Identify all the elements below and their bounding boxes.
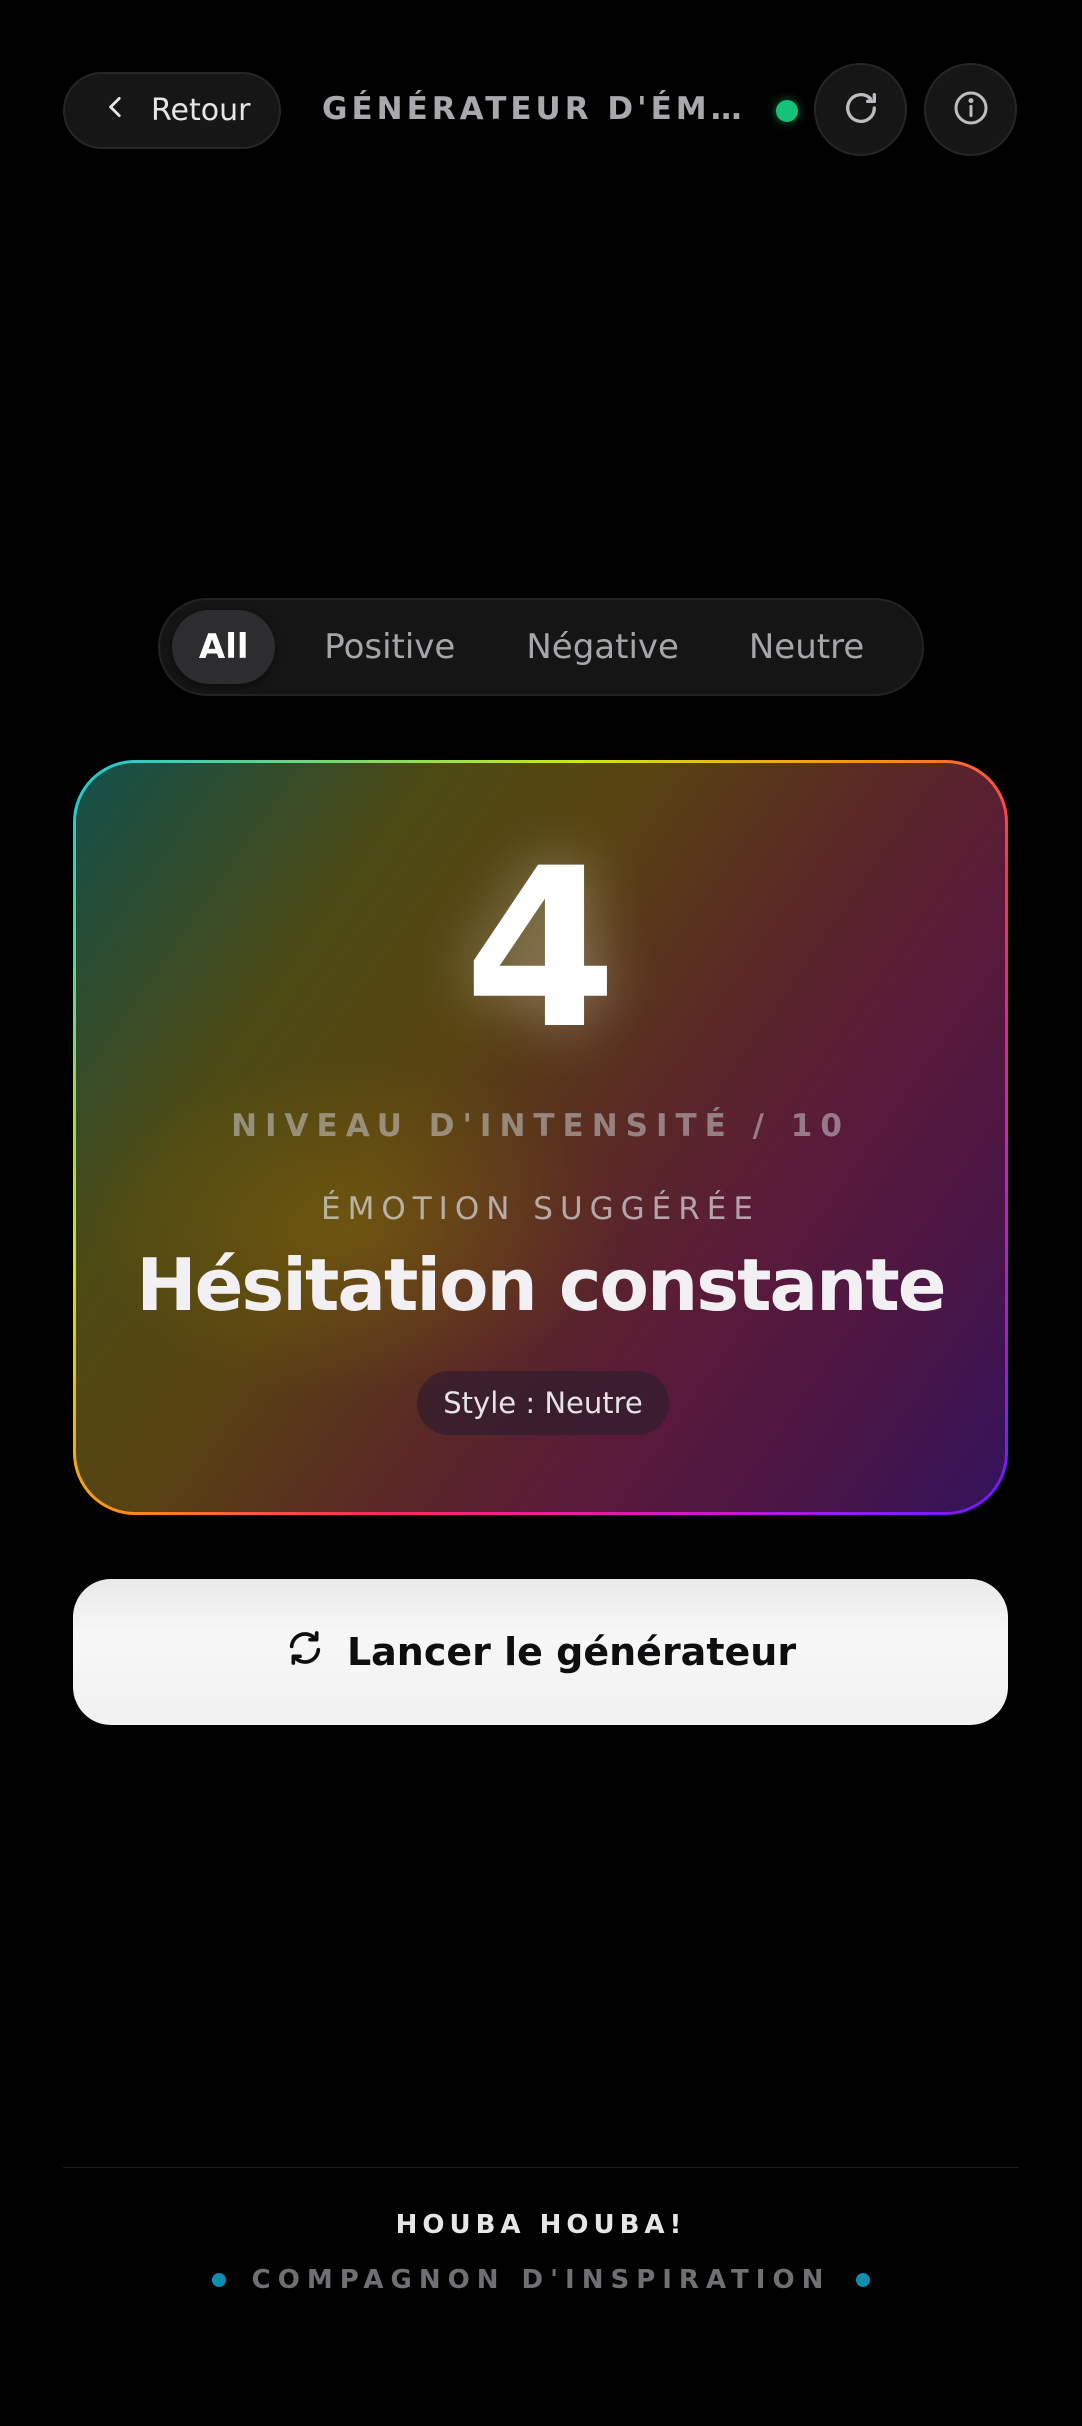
footer-brand: HOUBA HOUBA! [395, 2210, 687, 2240]
tab-positive[interactable]: Positive [275, 610, 504, 684]
refresh-icon [841, 88, 881, 132]
intensity-value: 4 [463, 821, 618, 1077]
back-button[interactable]: Retour [63, 72, 281, 149]
tagline-dot-right [856, 2273, 871, 2287]
footer-divider [63, 2167, 1019, 2168]
tab-negative[interactable]: Négative [504, 610, 701, 684]
back-button-label: Retour [151, 93, 251, 128]
page-title: GÉNÉRATEUR D'ÉM… [322, 91, 746, 127]
chevron-left-icon [103, 93, 129, 128]
generate-button[interactable]: Lancer le générateur [73, 1579, 1008, 1725]
refresh-button[interactable] [814, 63, 907, 156]
style-badge: Style : Neutre [417, 1371, 669, 1435]
tab-all[interactable]: All [172, 610, 276, 684]
intensity-label: NIVEAU D'INTENSITÉ / 10 [231, 1108, 850, 1144]
tagline-text: COMPAGNON D'INSPIRATION [251, 2265, 831, 2295]
emotion-card-body: 4 NIVEAU D'INTENSITÉ / 10 ÉMOTION SUGGÉR… [76, 763, 1005, 1512]
info-button[interactable] [924, 63, 1017, 156]
refresh-icon [285, 1628, 325, 1677]
filter-tabs: All Positive Négative Neutre [158, 598, 924, 696]
tab-neutral[interactable]: Neutre [701, 610, 912, 684]
app-screen: Retour GÉNÉRATEUR D'ÉM… All Positive Nég… [0, 0, 1082, 2426]
tagline-dot-left [211, 2273, 226, 2287]
status-indicator [776, 100, 798, 122]
info-icon [951, 88, 991, 132]
emotion-label: ÉMOTION SUGGÉRÉE [321, 1191, 760, 1227]
footer-tagline: COMPAGNON D'INSPIRATION [0, 2262, 1082, 2298]
generate-button-label: Lancer le générateur [346, 1630, 797, 1674]
emotion-card: 4 NIVEAU D'INTENSITÉ / 10 ÉMOTION SUGGÉR… [73, 760, 1008, 1515]
emotion-name: Hésitation constante [136, 1243, 946, 1327]
